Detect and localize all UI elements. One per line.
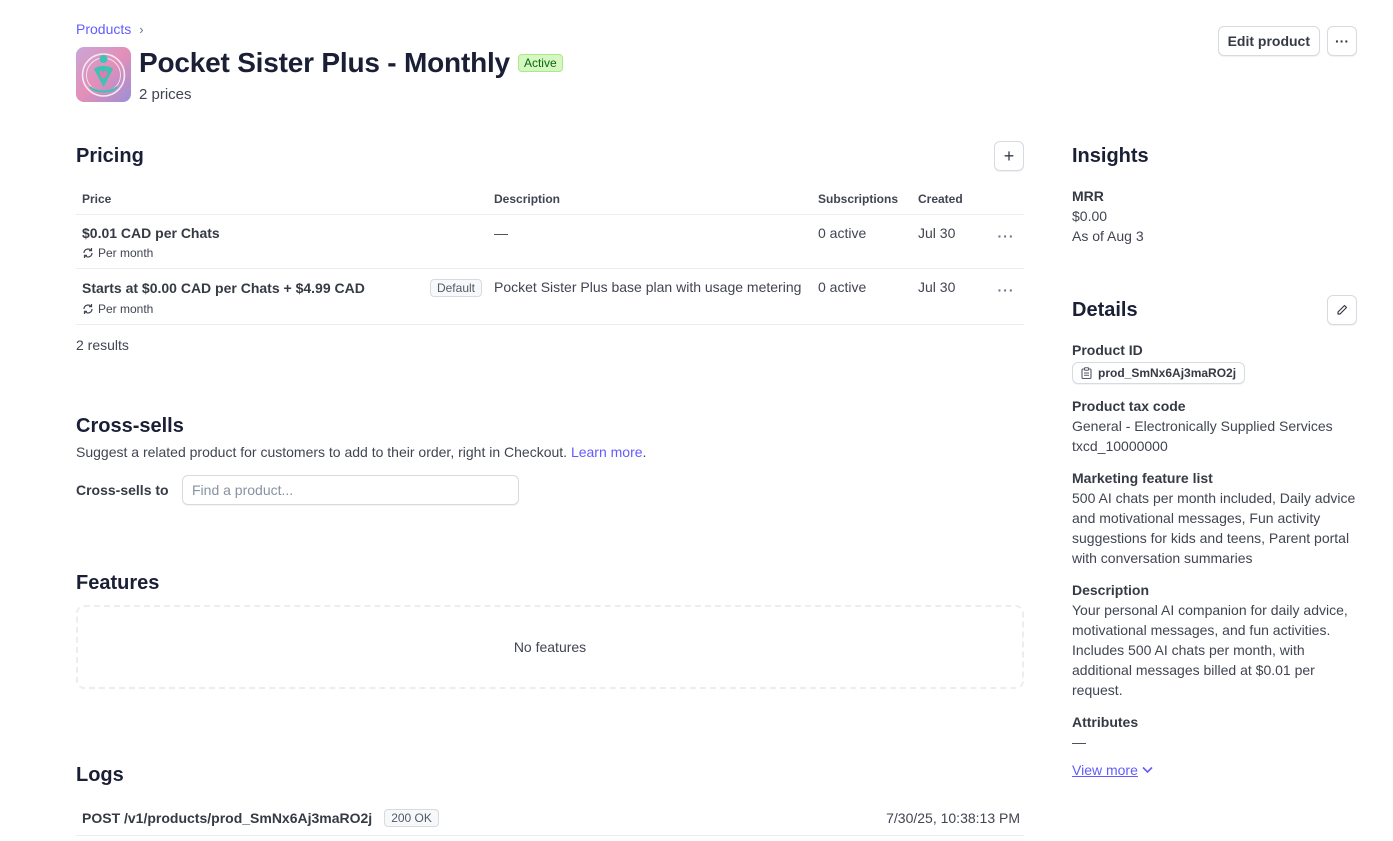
log-entry[interactable]: POST /v1/products/prod_SmNx6Aj3maRO2j 20… [76,805,1024,836]
product-header: Pocket Sister Plus - Monthly Active 2 pr… [76,47,563,103]
details-section: Details Product ID prod_SmNx6Aj3maRO2j P… [1072,292,1357,778]
breadcrumb: Products › [76,21,144,37]
product-id-copy-chip[interactable]: prod_SmNx6Aj3maRO2j [1072,362,1246,384]
price-interval: Per month [98,302,154,316]
page-title: Pocket Sister Plus - Monthly [139,47,510,78]
tax-code-name: General - Electronically Supplied Servic… [1072,418,1333,434]
table-row[interactable]: Starts at $0.00 CAD per Chats + $4.99 CA… [76,268,1024,325]
crosssells-label: Cross-sells to [76,482,169,498]
tax-code-label: Product tax code [1072,398,1186,414]
price-interval: Per month [98,246,154,260]
plus-icon: + [1003,145,1015,166]
tax-code-id: txcd_10000000 [1072,438,1168,454]
column-header-created: Created [912,192,988,215]
recurring-icon [83,248,93,258]
mrr-value: $0.00 [1072,208,1108,224]
marketing-features-label: Marketing feature list [1072,470,1213,486]
details-title: Details [1072,298,1138,321]
insights-title: Insights [1072,144,1149,167]
more-icon: ··· [1335,33,1349,49]
add-price-button[interactable]: + [994,141,1024,171]
find-product-input[interactable] [182,475,519,505]
edit-product-button[interactable]: Edit product [1217,26,1320,56]
chevron-down-icon [1142,766,1153,774]
product-logo-icon [76,47,131,102]
pricing-section: Pricing + Price Description Subscription… [76,138,1024,353]
mrr-as-of: As of Aug 3 [1072,228,1144,244]
price-created: Jul 30 [912,268,988,325]
recurring-icon [83,304,93,314]
description-label: Description [1072,582,1150,598]
price-count: 2 prices [139,86,192,103]
sidebar: Insights MRR $0.00 As of Aug 3 Details P… [1072,138,1357,778]
chevron-right-icon: › [139,21,144,37]
main-content: Pricing + Price Description Subscription… [76,138,1024,836]
features-title: Features [76,572,160,594]
pencil-icon [1337,304,1348,315]
column-header-price: Price [76,192,488,215]
more-actions-button[interactable]: ··· [1327,26,1357,56]
view-more-link[interactable]: View more [1072,762,1153,778]
price-amount: Starts at $0.00 CAD per Chats + $4.99 CA… [82,280,365,296]
more-icon: ··· [997,228,1015,244]
pricing-table: Price Description Subscriptions Created … [76,192,1024,325]
crosssells-description: Suggest a related product for customers … [76,444,568,460]
clipboard-icon [1081,367,1092,379]
table-row[interactable]: $0.01 CAD per Chats Per month — 0 active… [76,214,1024,269]
log-timestamp: 7/30/25, 10:38:13 PM [886,810,1020,826]
column-header-description: Description [488,192,812,215]
features-empty-state: No features [76,605,1024,689]
column-header-subscriptions: Subscriptions [812,192,912,215]
price-description: Pocket Sister Plus base plan with usage … [488,268,812,325]
crosssells-title: Cross-sells [76,415,184,437]
breadcrumb-products-link[interactable]: Products [76,21,131,37]
marketing-features-value: 500 AI chats per month included, Daily a… [1072,490,1356,566]
attributes-value: — [1072,734,1086,750]
insights-section: Insights MRR $0.00 As of Aug 3 [1072,138,1357,246]
learn-more-link[interactable]: Learn more [571,444,643,460]
pricing-title: Pricing [76,144,144,167]
log-request-path: POST /v1/products/prod_SmNx6Aj3maRO2j [82,810,373,826]
product-id-label: Product ID [1072,342,1143,358]
no-features-text: No features [513,639,587,655]
description-value: Your personal AI companion for daily adv… [1072,602,1348,698]
edit-details-button[interactable] [1327,295,1357,325]
more-icon: ··· [997,282,1015,298]
price-subscriptions: 0 active [812,268,912,325]
crosssells-section: Cross-sells Suggest a related product fo… [76,415,1024,505]
mrr-label: MRR [1072,188,1104,204]
log-status-badge: 200 OK [384,809,439,827]
default-badge: Default [429,279,482,297]
logs-title: Logs [76,764,124,786]
product-id-value: prod_SmNx6Aj3maRO2j [1098,366,1237,380]
view-more-label: View more [1072,762,1138,778]
price-amount: $0.01 CAD per Chats [82,225,220,241]
price-subscriptions: 0 active [812,214,912,269]
results-count: 2 results [76,337,129,353]
features-section: Features No features [76,572,1024,689]
attributes-label: Attributes [1072,714,1139,730]
row-more-button[interactable]: ··· [988,214,1024,269]
status-badge: Active [517,54,563,72]
price-created: Jul 30 [912,214,988,269]
header-actions: Edit product ··· [1217,26,1357,56]
logs-section: Logs POST /v1/products/prod_SmNx6Aj3maRO… [76,764,1024,836]
row-more-button[interactable]: ··· [988,268,1024,325]
price-description: — [488,214,812,269]
